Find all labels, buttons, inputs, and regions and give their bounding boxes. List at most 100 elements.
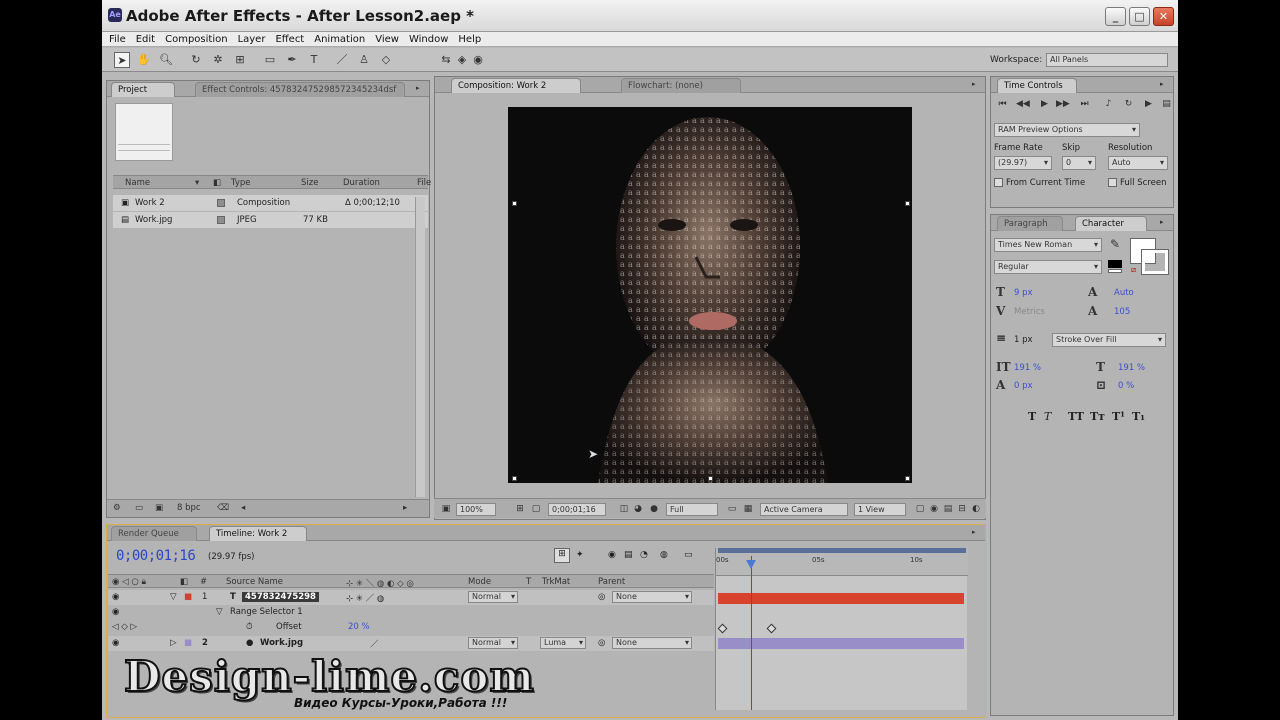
axis-mode-icon[interactable]: ⇆ [438, 52, 454, 68]
timeline-icon[interactable]: ▤ [942, 503, 954, 515]
snapshot-icon[interactable]: ◫ [618, 503, 630, 515]
zoom-tool-icon[interactable]: 🔍︎ [158, 52, 174, 68]
layer-name[interactable]: 457832475298 [242, 592, 319, 602]
visibility-eye-icon[interactable]: ◉ [112, 638, 119, 648]
toggle-pixel-aspect-icon[interactable]: ▢ [914, 503, 926, 515]
next-frame-icon[interactable]: ▶▶ [1056, 98, 1070, 110]
project-item-work2[interactable]: ▣ Work 2 Composition Δ 0;00;12;10 ⚠ [113, 195, 428, 211]
frame-blending-icon[interactable]: ▤ [624, 550, 633, 560]
hand-tool-icon[interactable]: ✋ [136, 52, 152, 68]
col-name[interactable]: Name [125, 178, 150, 188]
white-swatch[interactable] [1108, 269, 1122, 273]
minimize-button[interactable]: _ [1105, 7, 1126, 26]
work-area-bar[interactable] [718, 548, 966, 553]
expand-arrow-icon[interactable]: ▷ [170, 638, 177, 648]
current-time-indicator[interactable] [751, 556, 752, 710]
menu-help[interactable]: Help [458, 34, 481, 45]
tab-composition[interactable]: Composition: Work 2 [451, 78, 581, 93]
tab-project[interactable]: Project [111, 82, 175, 97]
layer-switches-icons[interactable]: ／ [370, 638, 379, 650]
transform-handle-tl[interactable] [512, 201, 517, 206]
region-of-interest-icon[interactable]: ▭ [726, 503, 738, 515]
first-frame-icon[interactable]: ⏮ [996, 98, 1009, 110]
previous-frame-icon[interactable]: ◀◀ [1016, 98, 1030, 110]
show-snapshot-icon[interactable]: ◕ [632, 503, 644, 515]
tab-character[interactable]: Character [1075, 216, 1147, 231]
audio-icon[interactable]: ♪ [1102, 98, 1115, 110]
panel-menu-icon[interactable]: ▸ [972, 80, 981, 89]
col-parent[interactable]: Parent [598, 577, 625, 587]
vertical-scale-value[interactable]: 191 % [1014, 363, 1041, 373]
rectangle-tool-icon[interactable]: ▭ [262, 52, 278, 68]
maximize-button[interactable]: □ [1129, 7, 1150, 26]
eraser-tool-icon[interactable]: ◇ [378, 52, 394, 68]
panel-menu-icon[interactable]: ▸ [1160, 80, 1169, 89]
no-color-icon[interactable]: ⧄ [1131, 265, 1136, 275]
col-t[interactable]: T [526, 577, 531, 587]
trash-icon[interactable]: ⌫ [217, 503, 229, 513]
parent-pickwhip-icon[interactable]: ◎ [598, 592, 605, 602]
layer-mode-select[interactable]: Normal [468, 637, 518, 649]
all-caps-icon[interactable]: TT [1068, 410, 1084, 423]
menu-layer[interactable]: Layer [238, 34, 266, 45]
horizontal-scale-value[interactable]: 191 % [1118, 363, 1145, 373]
layer-switches-icons[interactable]: ⊹ ✳ ／ ◍ [346, 592, 384, 604]
col-mode[interactable]: Mode [468, 577, 491, 587]
scroll-left-icon[interactable]: ◂ [241, 503, 245, 513]
black-swatch[interactable] [1108, 260, 1122, 268]
magnification-select[interactable]: 100% [456, 503, 496, 516]
layer-parent-select[interactable]: None [612, 591, 692, 603]
baseline-shift-value[interactable]: 0 px [1014, 381, 1033, 391]
scroll-right-icon[interactable]: ▸ [403, 503, 407, 513]
project-item-workjpg[interactable]: ▤ Work.jpg JPEG 77 KB [113, 212, 428, 228]
clone-stamp-icon[interactable]: ♙ [356, 52, 372, 68]
faux-italic-icon[interactable]: T [1044, 410, 1051, 423]
offset-property-row[interactable]: ◁ ◇ ▷ ⏱ Offset 20 % [108, 620, 714, 635]
kerning-value[interactable]: Metrics [1014, 307, 1045, 317]
ram-preview-icon[interactable]: ▶ [1142, 98, 1155, 110]
interpret-footage-icon[interactable]: ⚙ [113, 503, 121, 513]
transform-handle-bm[interactable] [708, 476, 713, 481]
parent-pickwhip-icon[interactable]: ◎ [598, 638, 605, 648]
pan-behind-icon[interactable]: ⊞ [232, 52, 248, 68]
play-icon[interactable]: ▶ [1038, 98, 1051, 110]
col-source-name[interactable]: Source Name [226, 577, 283, 587]
timeline-layer-1[interactable]: ◉ ▽ ■ 1 T 457832475298 ⊹ ✳ ／ ◍ Normal ◎ … [108, 590, 714, 605]
menu-window[interactable]: Window [409, 34, 448, 45]
draft-3d-icon[interactable]: ✦ [576, 550, 584, 560]
view-axis-icon[interactable]: ◉ [470, 52, 486, 68]
offset-keyframe-1[interactable] [717, 623, 728, 634]
project-scrollbar[interactable] [415, 197, 425, 497]
comp-flowchart-icon[interactable]: ⊞ [554, 548, 570, 563]
current-time-box[interactable]: 0;00;01;16 [548, 503, 606, 516]
camera-view-select[interactable]: Active Camera [760, 503, 848, 516]
col-size[interactable]: Size [301, 178, 318, 188]
tab-paragraph[interactable]: Paragraph [997, 216, 1063, 231]
small-caps-icon[interactable]: Tт [1090, 410, 1105, 423]
mask-visibility-icon[interactable]: ▢ [530, 503, 542, 515]
tracking-value[interactable]: 105 [1114, 307, 1130, 317]
transform-handle-bl[interactable] [512, 476, 517, 481]
safe-zones-icon[interactable]: ⊞ [514, 503, 526, 515]
transform-handle-br[interactable] [905, 476, 910, 481]
menu-effect[interactable]: Effect [275, 34, 304, 45]
faux-bold-icon[interactable]: T [1028, 410, 1036, 423]
from-current-checkbox[interactable] [994, 178, 1003, 187]
font-family-select[interactable]: Times New Roman [994, 238, 1102, 252]
keyframe-nav-icon[interactable]: ◁ ◇ ▷ [112, 622, 137, 632]
col-file[interactable]: File [417, 178, 431, 188]
sort-chevron-icon[interactable]: ▾ [195, 178, 199, 188]
layer-parent-select[interactable]: None [612, 637, 692, 649]
font-size-value[interactable]: 9 px [1014, 288, 1033, 298]
view-layout-select[interactable]: 1 View [854, 503, 906, 516]
offset-keyframe-2[interactable] [766, 623, 777, 634]
channel-icon[interactable]: ● [648, 503, 660, 515]
menu-composition[interactable]: Composition [165, 34, 227, 45]
skip-select[interactable]: 0 [1062, 156, 1096, 170]
transparency-grid-icon[interactable]: ▦ [742, 503, 754, 515]
tab-render-queue[interactable]: Render Queue [111, 526, 197, 541]
panel-menu-icon[interactable]: ▸ [416, 84, 425, 93]
transform-handle-tr[interactable] [905, 201, 910, 206]
timeline-current-time[interactable]: 0;00;01;16 [116, 548, 196, 564]
label-column-icon[interactable]: ◧ [213, 178, 221, 188]
